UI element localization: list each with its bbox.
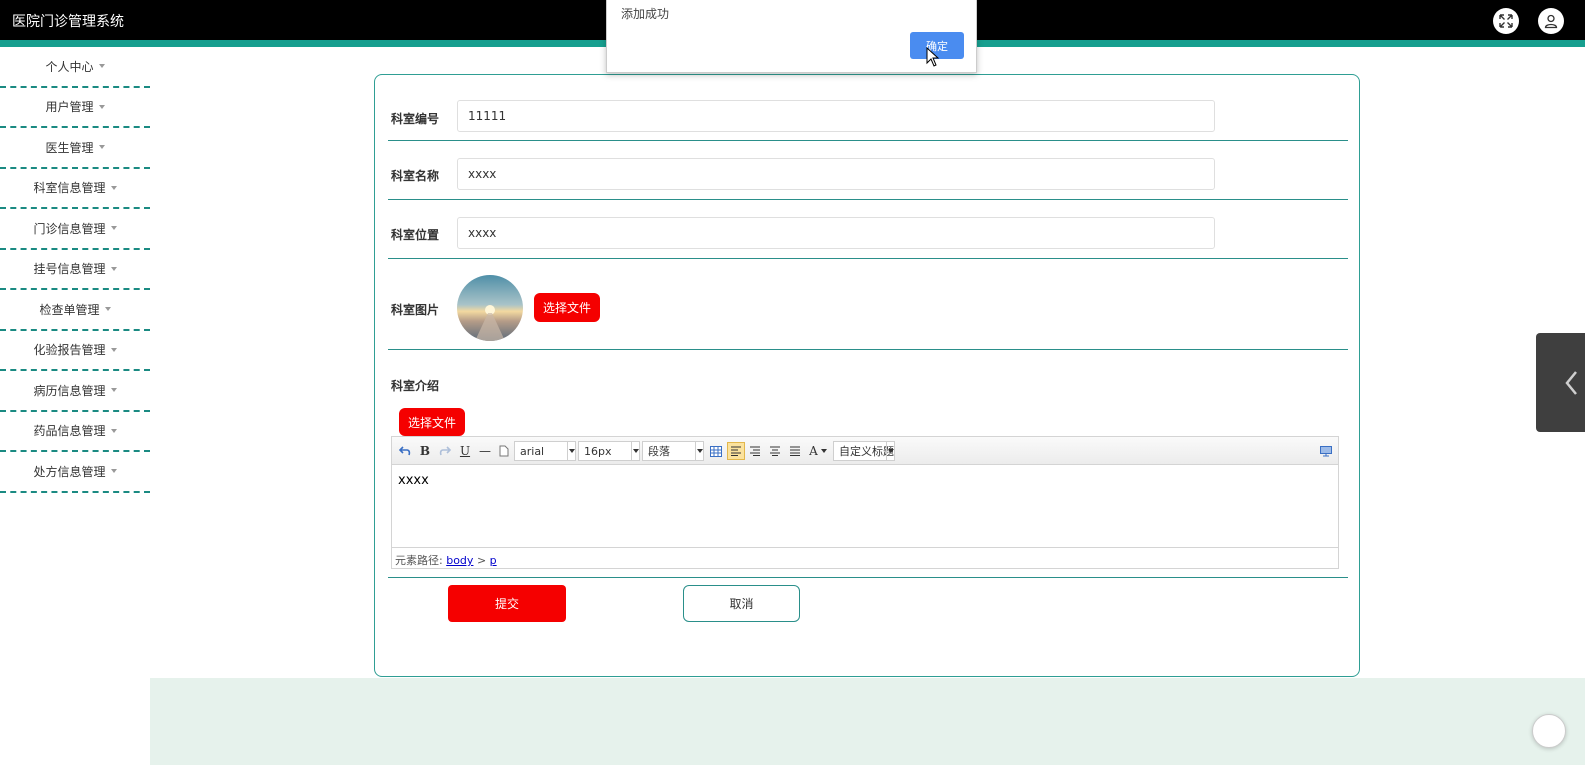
sidebar-item-outpatient-management[interactable]: 门诊信息管理 xyxy=(0,209,150,250)
expand-arrows-icon xyxy=(1499,14,1513,28)
paragraph-select[interactable]: 段落 xyxy=(642,441,704,461)
dept-image-label: 科室图片 xyxy=(391,303,440,317)
alert-dialog: 添加成功 确定 xyxy=(606,0,977,73)
caret-down-icon xyxy=(110,469,117,474)
dept-image-preview xyxy=(457,275,523,341)
alert-message: 添加成功 xyxy=(621,7,670,21)
dept-image-row: 科室图片 选择文件 xyxy=(388,259,1348,350)
caret-down-icon xyxy=(110,428,117,433)
dept-name-input[interactable] xyxy=(457,158,1215,190)
dept-name-label: 科室名称 xyxy=(391,169,440,183)
align-left-icon[interactable] xyxy=(727,442,745,460)
dept-name-row: 科室名称 xyxy=(388,141,1348,200)
bold-button[interactable]: B xyxy=(418,442,432,460)
document-icon[interactable] xyxy=(498,442,510,460)
department-form: 科室编号 科室名称 科室位置 科室图片 xyxy=(374,74,1360,677)
caret-down-icon xyxy=(98,145,105,150)
submit-button[interactable]: 提交 xyxy=(448,585,566,622)
dept-image-upload-button[interactable]: 选择文件 xyxy=(534,293,600,322)
table-icon[interactable] xyxy=(709,442,723,460)
caret-down-icon xyxy=(104,307,111,312)
redo-icon[interactable] xyxy=(438,442,452,460)
chevron-left-icon xyxy=(1565,370,1577,395)
dept-intro-upload-button[interactable]: 选择文件 xyxy=(399,408,465,436)
dept-no-label: 科室编号 xyxy=(391,112,440,126)
dropdown-arrow-icon xyxy=(886,442,894,460)
underline-button[interactable]: U xyxy=(458,442,472,460)
sidebar-item-doctor-management[interactable]: 医生管理 xyxy=(0,128,150,169)
dropdown-arrow-icon xyxy=(631,442,639,460)
align-justify-icon[interactable] xyxy=(788,442,802,460)
custom-title-select[interactable]: 自定义标题 xyxy=(833,441,895,461)
font-color-button[interactable]: A xyxy=(808,442,828,460)
font-size-select[interactable]: 16px xyxy=(578,441,640,461)
sidebar-item-user-management[interactable]: 用户管理 xyxy=(0,88,150,128)
path-p-link[interactable]: p xyxy=(490,554,497,567)
caret-down-icon xyxy=(98,64,105,69)
caret-down-icon xyxy=(110,266,117,271)
sidebar-item-registration-management[interactable]: 挂号信息管理 xyxy=(0,250,150,290)
dept-intro-row: 科室介绍 选择文件 B U — arial 16px 段落 A 自定义标题 xx… xyxy=(388,350,1348,578)
sunset-image xyxy=(457,275,523,341)
user-icon xyxy=(1544,14,1558,29)
sidebar-item-prescription-management[interactable]: 处方信息管理 xyxy=(0,452,150,493)
caret-down-icon xyxy=(110,347,117,352)
horizontal-rule-button[interactable]: — xyxy=(478,442,492,460)
app-title: 医院门诊管理系统 xyxy=(12,14,124,30)
dropdown-arrow-icon xyxy=(567,442,575,460)
dept-no-input[interactable] xyxy=(457,100,1215,132)
sidebar-item-personal-center[interactable]: 个人中心 xyxy=(0,47,150,88)
sidebar-item-exam-management[interactable]: 检查单管理 xyxy=(0,290,150,331)
mouse-cursor-icon xyxy=(926,47,940,67)
user-menu-button[interactable] xyxy=(1538,8,1564,34)
sidebar-item-department-management[interactable]: 科室信息管理 xyxy=(0,169,150,209)
editor-element-path: 元素路径: body > p xyxy=(392,547,1338,568)
fullscreen-icon[interactable] xyxy=(1493,8,1519,34)
undo-icon[interactable] xyxy=(398,442,412,460)
sidebar-item-medical-record-management[interactable]: 病历信息管理 xyxy=(0,371,150,412)
cancel-button[interactable]: 取消 xyxy=(683,585,800,622)
sidebar-item-lab-report-management[interactable]: 化验报告管理 xyxy=(0,331,150,371)
sidebar: 个人中心 用户管理 医生管理 科室信息管理 门诊信息管理 挂号信息管理 检查单管… xyxy=(0,47,150,765)
align-right-icon[interactable] xyxy=(748,442,762,460)
path-body-link[interactable]: body xyxy=(446,554,473,567)
caret-down-icon xyxy=(110,185,117,190)
float-bubble[interactable] xyxy=(1532,714,1566,748)
font-family-select[interactable]: arial xyxy=(514,441,576,461)
sidebar-item-drug-management[interactable]: 药品信息管理 xyxy=(0,412,150,452)
caret-down-icon xyxy=(110,226,117,231)
dropdown-arrow-icon xyxy=(695,442,703,460)
editor-toolbar: B U — arial 16px 段落 A 自定义标题 xyxy=(392,437,1338,465)
editor-content[interactable]: xxxx xyxy=(392,465,1338,547)
dept-location-label: 科室位置 xyxy=(391,228,440,242)
dept-intro-label: 科室介绍 xyxy=(391,379,440,393)
align-center-icon[interactable] xyxy=(768,442,782,460)
dropdown-arrow-icon xyxy=(820,449,827,453)
caret-down-icon xyxy=(98,104,105,109)
side-panel-toggle[interactable] xyxy=(1536,333,1585,432)
dept-no-row: 科室编号 xyxy=(388,75,1348,141)
caret-down-icon xyxy=(110,388,117,393)
dept-location-row: 科室位置 xyxy=(388,200,1348,259)
footer-area xyxy=(150,678,1585,765)
dept-location-input[interactable] xyxy=(457,217,1215,249)
rich-text-editor: B U — arial 16px 段落 A 自定义标题 xxxx 元素路径: b… xyxy=(391,436,1339,569)
preview-icon[interactable] xyxy=(1319,442,1333,460)
